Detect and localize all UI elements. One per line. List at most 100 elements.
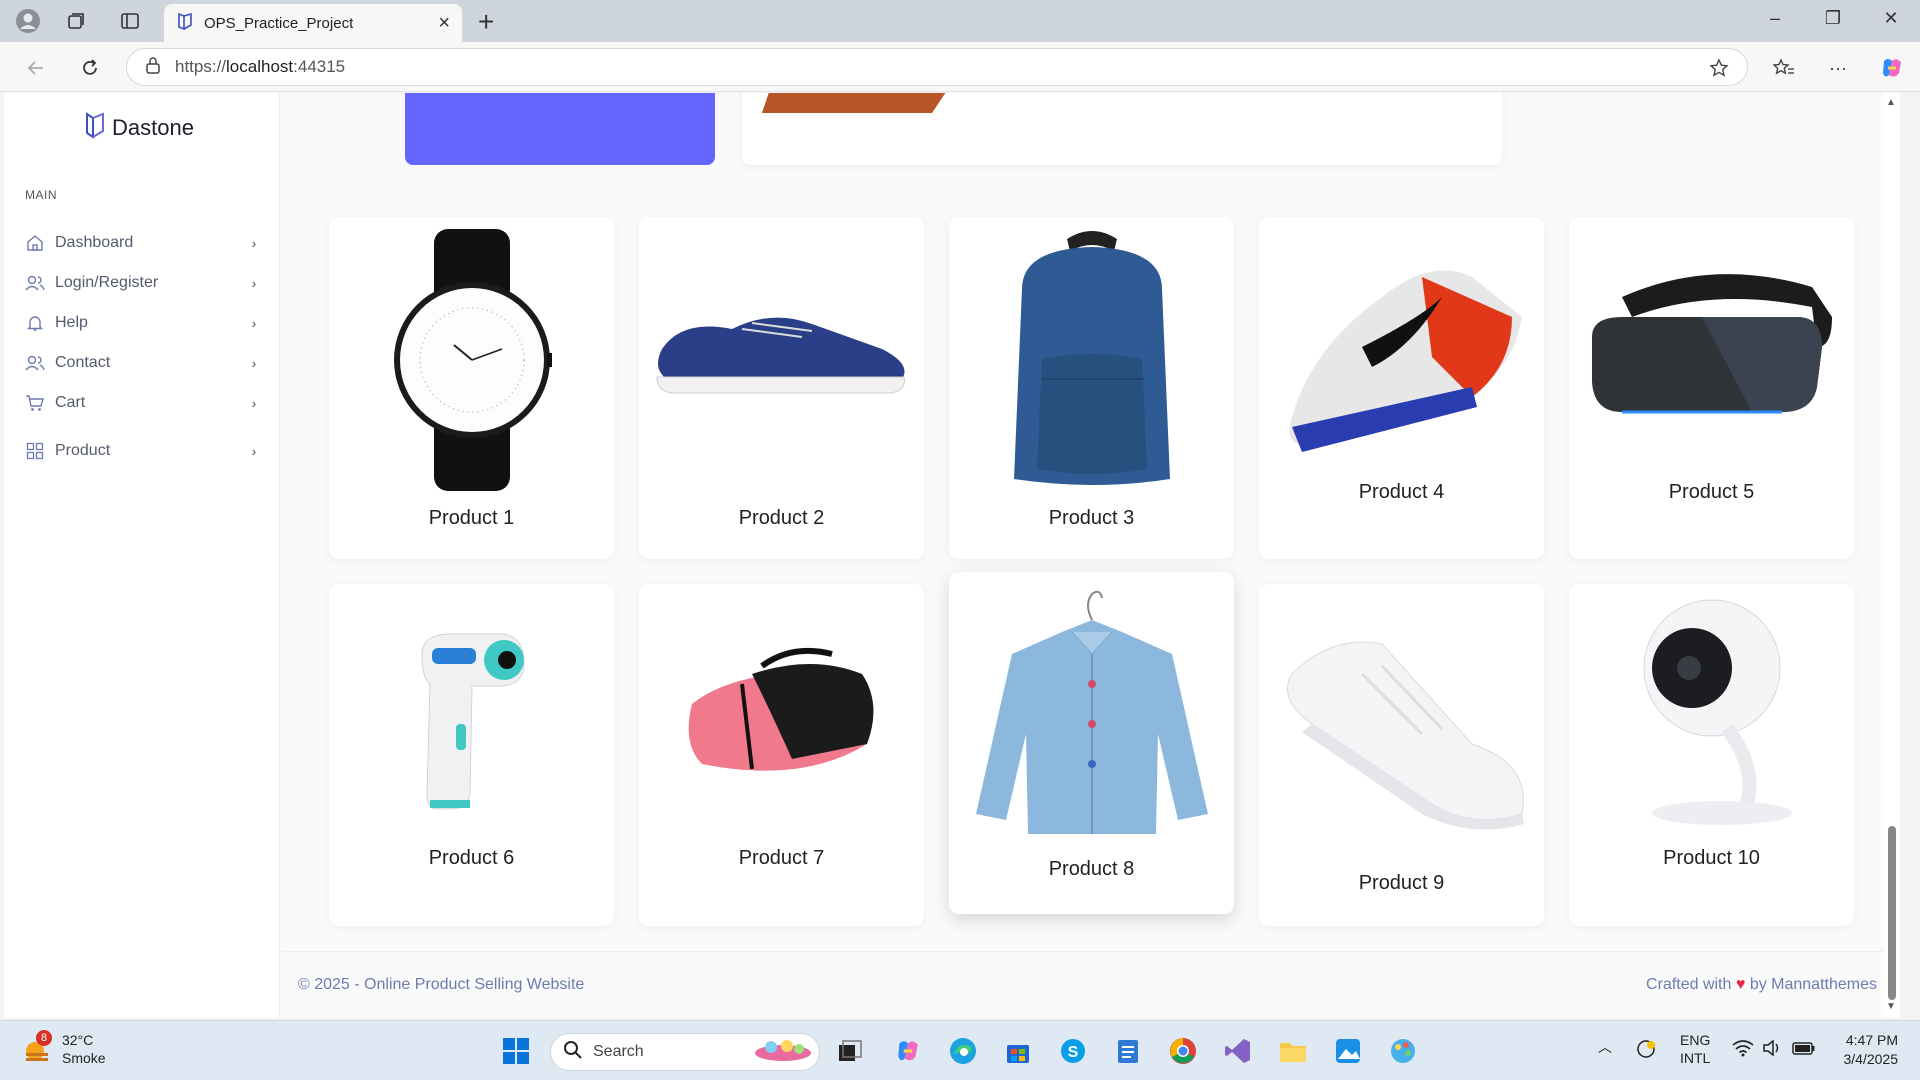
skype-icon[interactable]: S [1055,1033,1091,1069]
weather-icon: 8 [22,1030,52,1064]
product-card[interactable]: Product 5 [1569,217,1854,559]
profile-icon[interactable] [14,8,42,34]
network-status-icon[interactable] [1636,1037,1658,1062]
system-clock[interactable]: 4:47 PM 3/4/2025 [1844,1031,1899,1069]
browser-tab-bar: OPS_Practice_Project × + – ❐ ✕ [0,0,1920,42]
file-explorer-icon[interactable] [1275,1033,1311,1069]
product-title: Product 7 [738,847,825,869]
sidebar-item-label: Help [55,314,88,331]
volume-icon[interactable] [1762,1039,1782,1060]
edge-browser-icon[interactable] [945,1033,981,1069]
product-title: Product 5 [1668,481,1755,503]
cart-icon [25,393,45,413]
lock-icon[interactable] [145,56,161,79]
store-icon[interactable] [1000,1033,1036,1069]
copilot-app-icon[interactable] [890,1033,926,1069]
copilot-icon[interactable] [1878,54,1906,82]
sidebar-item-label: Product [55,442,111,459]
sidebar-item-product[interactable]: Product › [25,436,261,466]
thermometer-image [329,624,614,814]
photos-icon[interactable] [1330,1033,1366,1069]
language-indicator[interactable]: ENG INTL [1680,1031,1710,1067]
sidebar-item-dashboard[interactable]: Dashboard › [25,228,261,258]
windows-start-icon[interactable] [498,1033,534,1069]
dastone-logo-icon [84,111,106,144]
page-scrollbar[interactable]: ▲ ▼ [1884,93,1900,1018]
chevron-right-icon: › [251,355,257,371]
product-card[interactable]: Product 4 [1259,217,1544,559]
scroll-down-icon[interactable]: ▼ [1886,1001,1896,1012]
address-bar-row: https://localhost:44315 ··· [0,42,1920,92]
vr-headset-image [1569,267,1854,417]
sneaker-image [639,309,924,399]
visual-studio-icon[interactable] [1220,1033,1256,1069]
wifi-icon[interactable] [1732,1039,1754,1060]
close-tab-icon[interactable]: × [438,12,450,35]
scroll-up-icon[interactable]: ▲ [1886,97,1896,108]
url-text: https://localhost:44315 [175,57,346,76]
tab-actions-icon[interactable] [116,8,144,34]
chevron-right-icon: › [251,395,257,411]
windows-taskbar: 8 32°C Smoke Search S ︿ ENG INTL 4:47 PM… [0,1020,1920,1080]
weather-badge: 8 [36,1030,52,1046]
favorite-star-icon[interactable] [1705,54,1733,82]
back-icon[interactable] [22,54,50,82]
grid-icon [25,441,45,461]
show-hidden-icons[interactable]: ︿ [1598,1037,1612,1057]
favorites-icon[interactable] [1770,54,1798,82]
footer-credit: Crafted with ♥ by Mannatthemes [1646,976,1877,993]
notepad-icon[interactable] [1110,1033,1146,1069]
sidebar: Dastone MAIN Dashboard › Login/Register … [4,93,280,1018]
active-tab[interactable]: OPS_Practice_Project × [164,4,462,42]
product-card[interactable]: Product 1 [329,217,614,559]
more-options-icon[interactable]: ··· [1824,54,1852,82]
sidebar-item-label: Cart [55,394,86,411]
minimize-icon[interactable]: – [1760,8,1790,29]
battery-icon[interactable] [1792,1039,1816,1060]
chevron-right-icon: › [251,315,257,331]
scroll-thumb[interactable] [1888,826,1896,1000]
chrome-icon[interactable] [1165,1033,1201,1069]
close-window-icon[interactable]: ✕ [1876,8,1906,29]
menu-section-label: MAIN [25,188,57,202]
product-title: Product 8 [1048,858,1135,880]
sidebar-item-login-register[interactable]: Login/Register › [25,268,261,298]
taskbar-search[interactable]: Search [550,1033,820,1071]
product-card[interactable]: Product 9 [1259,584,1544,926]
restore-icon[interactable]: ❐ [1818,8,1848,29]
sidebar-item-contact[interactable]: Contact › [25,348,261,378]
footer-copyright: © 2025 - Online Product Selling Website [298,976,585,993]
product-title: Product 3 [1048,507,1135,529]
users-icon [25,273,45,293]
main-content: Product 1 Product 2 Product 3 Product 4 … [281,93,1900,1018]
url-input[interactable]: https://localhost:44315 [126,48,1748,86]
white-sneaker-image [1259,614,1544,834]
sidebar-item-cart[interactable]: Cart › [25,388,261,418]
product-title: Product 9 [1358,872,1445,894]
workspaces-icon[interactable] [62,8,90,34]
brand-name: Dastone [112,114,194,140]
new-tab-icon[interactable]: + [478,6,494,38]
promo-card [742,93,1502,165]
brand-logo[interactable]: Dastone [84,111,194,144]
reload-icon[interactable] [76,54,104,82]
product-card[interactable]: Product 7 [639,584,924,926]
page-footer: © 2025 - Online Product Selling Website … [281,951,1900,1018]
chevron-right-icon: › [251,235,257,251]
running-shoe-image [1259,237,1544,457]
security-camera-image [1569,598,1854,828]
svg-text:S: S [1068,1044,1079,1061]
sidebar-item-help[interactable]: Help › [25,308,261,338]
product-card[interactable]: Product 6 [329,584,614,926]
product-card[interactable]: Product 3 [949,217,1234,559]
search-icon [563,1040,583,1065]
task-view-icon[interactable] [832,1033,868,1069]
product-card[interactable]: Product 8 [949,572,1234,914]
product-card[interactable]: Product 10 [1569,584,1854,926]
product-card[interactable]: Product 2 [639,217,924,559]
home-icon [25,233,45,253]
weather-widget[interactable]: 8 32°C Smoke [22,1030,106,1067]
product-title: Product 2 [738,507,825,529]
paint-icon[interactable] [1385,1033,1421,1069]
sidebar-item-label: Login/Register [55,274,159,291]
